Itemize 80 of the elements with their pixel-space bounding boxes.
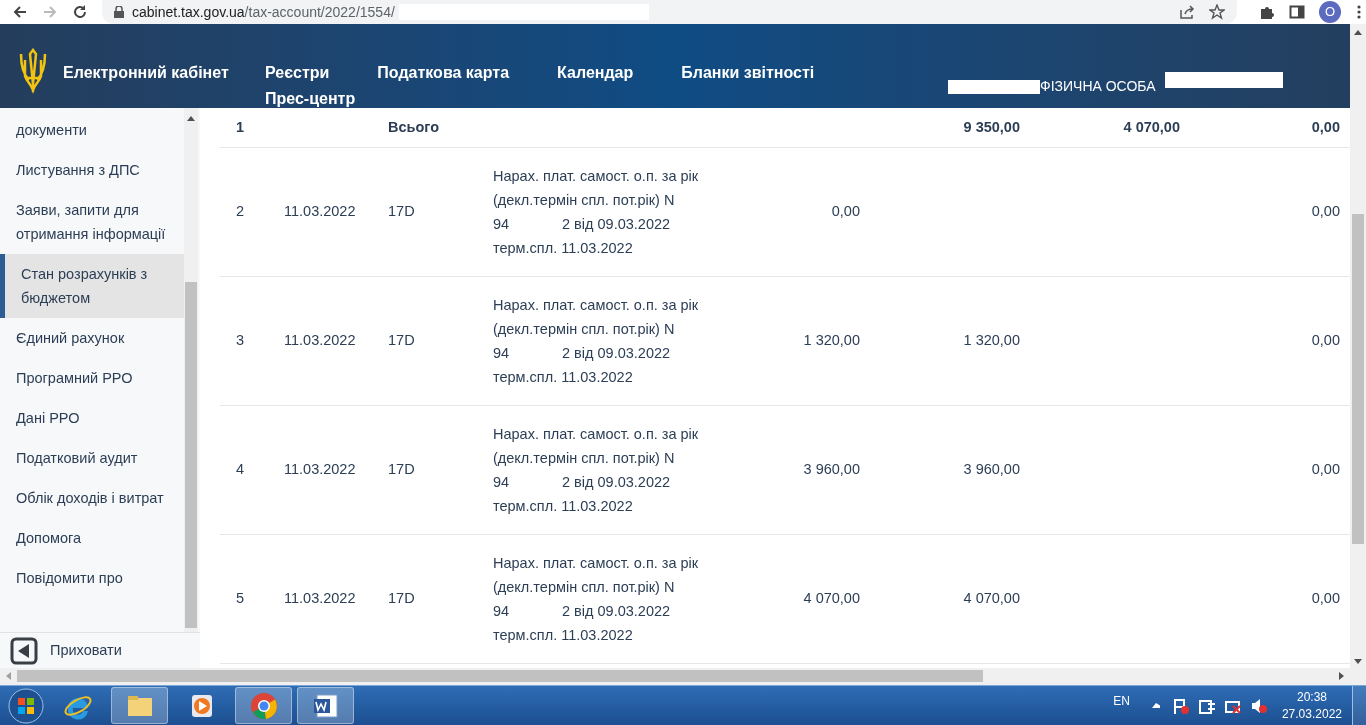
table-cell-text: 4 [235,460,246,480]
nav-link[interactable]: Календар [557,60,634,86]
sidebar-panel-icon[interactable] [1289,4,1305,20]
hide-sidebar-button[interactable]: Приховати [0,632,200,668]
table-cell-text: 0,00 [1310,331,1340,351]
table-cell-text: 3 960,00 [802,460,860,480]
sidebar-item[interactable]: Облік доходів і витрат [0,478,184,518]
sidebar-item[interactable]: Заяви, запити для отримання інформації [0,190,184,254]
scroll-down-arrow-icon[interactable] [1354,659,1362,664]
back-arrow-icon[interactable] [12,4,28,20]
reload-icon[interactable] [72,4,88,20]
speaker-muted-icon[interactable] [1249,696,1268,715]
table-cell-text: 0,00 [1310,202,1340,222]
table-cell-text: 0,00 [1310,117,1340,137]
table-cell-text: 1 320,00 [962,331,1020,351]
nav-link[interactable]: Бланки звітності [681,60,815,86]
trident-emblem-icon [18,48,48,94]
table-cell-text: 0,00 [1310,460,1340,480]
table-cell-text: Нарах. плат. самост. о.п. за рік (декл.термін спл. пот.рік) N 94 2 від 09.03.2022 терм.спл. 11.03.2022 [492,296,700,387]
table-cell-text: Нарах. плат. самост. о.п. за рік (декл.термін спл. пот.рік) N 94 2 від 09.03.2022 терм.спл. 11.03.2022 [492,554,700,645]
star-icon[interactable] [1209,4,1225,20]
table-cell-text: 17D [387,460,416,480]
table-cell-text: Всього [387,117,440,137]
sidebar-item[interactable]: документи [0,110,184,150]
table-cell-text: 1 320,00 [802,331,860,351]
scrollbar-thumb[interactable] [185,282,197,628]
table-cell-text: 1 [235,117,246,137]
table-cell-text: 11.03.2022 [283,460,357,480]
table-cell-text: 11.03.2022 [283,589,357,609]
nav-link[interactable]: Реєстри [265,60,330,86]
sidebar-item[interactable]: Єдиний рахунок [0,318,184,358]
sidebar-item[interactable]: Дані РРО [0,398,184,438]
url-text: cabinet.tax.gov.ua/tax-account/2022/1554/ [132,2,395,22]
table-cell-text: 11.03.2022 [283,331,357,351]
lock-icon [114,6,124,18]
table-cell-text: 17D [387,331,416,351]
table-cell-text: 9 350,00 [962,117,1020,137]
scroll-up-arrow-icon[interactable] [1354,30,1362,35]
table-cell-text: Нарах. плат. самост. о.п. за рік (декл.термін спл. пот.рік) N 94 2 від 09.03.2022 терм.спл. 11.03.2022 [492,167,700,258]
address-bar[interactable]: cabinet.tax.gov.ua/tax-account/2022/1554/ [102,0,1237,24]
sidebar-item[interactable]: Податковий аудит [0,438,184,478]
puzzle-icon[interactable] [1259,4,1275,20]
show-desktop-button[interactable] [1352,685,1366,725]
user-type-label: ФІЗИЧНА ОСОБА [1040,77,1157,96]
nav-link[interactable]: Податкова карта [377,60,510,86]
sidebar-item[interactable]: Повідомити про [0,558,184,598]
start-orb-icon[interactable] [8,687,44,724]
scrollbar-thumb[interactable] [1352,214,1364,544]
table-cell-text: 3 960,00 [962,460,1020,480]
table-cell-text: 17D [387,589,416,609]
sidebar-item[interactable]: Допомога [0,518,184,558]
flag-error-icon[interactable] [1171,696,1190,715]
site-title[interactable]: Електронний кабінет [63,60,229,86]
table-cell-text: 0,00 [830,202,860,222]
scrollbar-thumb[interactable] [17,670,983,682]
sidebar-item[interactable]: Стан розрахунків з бюджетом [0,254,184,318]
document-w-icon[interactable] [297,687,354,724]
clock[interactable]: 20:38 27.03.2022 [1281,688,1342,723]
scroll-up-arrow-icon[interactable] [187,116,195,121]
folder-icon[interactable] [111,687,168,724]
tray-up-arrow-icon[interactable] [1151,703,1160,708]
table-cell-text: 5 [235,589,246,609]
sidebar-item[interactable]: Листування з ДПС [0,150,184,190]
table-cell-text: 11.03.2022 [283,202,357,222]
table-cell-text: 2 [235,202,246,222]
more-menu-icon[interactable] [1357,4,1361,20]
table-cell-text: 3 [235,331,246,351]
table-cell-text: 4 070,00 [962,589,1020,609]
sidebar-item[interactable]: Програмний РРО [0,358,184,398]
table-cell-text: 4 070,00 [802,589,860,609]
language-indicator[interactable]: EN [1113,691,1130,710]
chrome-logo-icon[interactable] [235,687,292,724]
profile-avatar[interactable]: O [1319,1,1341,23]
table-cell-text: 0,00 [1310,589,1340,609]
share-icon[interactable] [1179,4,1195,20]
nav-link[interactable]: Прес-центр [265,86,356,112]
table-cell-text: Нарах. плат. самост. о.п. за рік (декл.термін спл. пот.рік) N 94 2 від 09.03.2022 терм.спл. 11.03.2022 [492,425,700,516]
scroll-right-arrow-icon[interactable] [1339,672,1344,680]
table-cell-text: 17D [387,202,416,222]
table-cell-text: 4 070,00 [1122,117,1180,137]
